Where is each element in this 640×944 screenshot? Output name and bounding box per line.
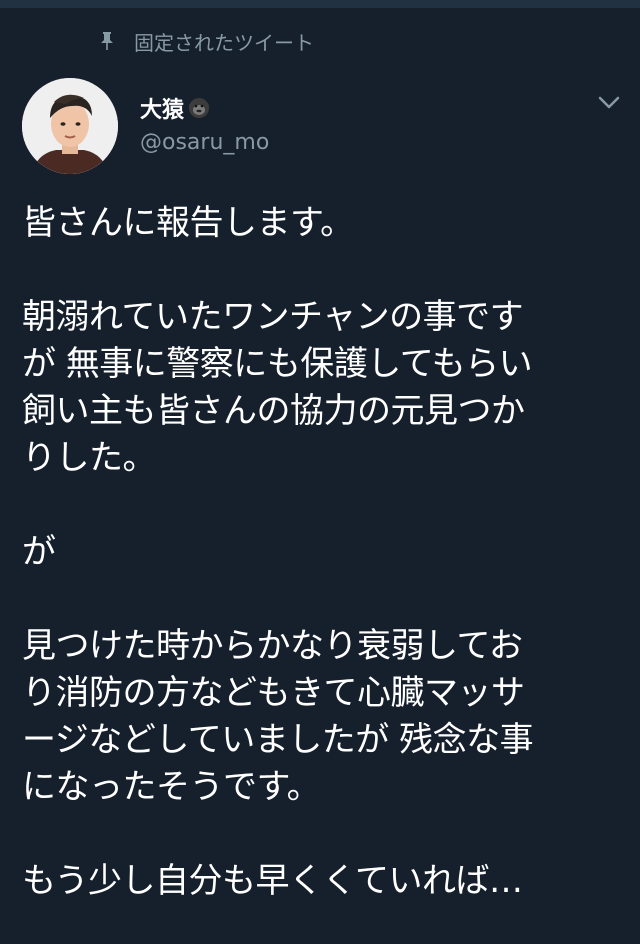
tweet-line: 皆さんに報告します。 — [22, 203, 354, 243]
tweet-line: 朝溺れていたワンチャンの事です — [22, 297, 524, 337]
pin-icon — [96, 30, 118, 52]
tweet-line: もう少し自分も早くくていれば… — [22, 861, 523, 901]
tweet-line: が 無事に警察にも保護してもらい — [22, 344, 533, 384]
chevron-down-icon[interactable] — [596, 92, 622, 114]
tweet-line: が — [22, 532, 56, 572]
tweet-line — [22, 247, 622, 294]
tweet-line: ージなどしていましたが 残念な事 — [22, 720, 534, 760]
tweet-line — [22, 811, 622, 858]
tweet-line: 飼い主も皆さんの協力の元見つか — [22, 391, 525, 431]
pinned-tweet-indicator: 固定されたツイート — [96, 28, 314, 55]
tweet-line: になったそうです。 — [22, 767, 321, 807]
gorilla-icon — [188, 97, 210, 119]
tweet-line: 見つけた時からかなり衰弱してお — [22, 626, 523, 666]
user-handle[interactable]: @osaru_mo — [140, 130, 269, 155]
tweet-text: 皆さんに報告します。 朝溺れていたワンチャンの事です が 無事に警察にも保護して… — [22, 200, 622, 905]
display-name[interactable]: 大猿 — [140, 92, 184, 124]
tweet-line: りした。 — [22, 438, 157, 478]
pinned-label: 固定されたツイート — [134, 30, 314, 55]
tweet-line — [22, 482, 622, 529]
user-name-row[interactable]: 大猿 — [140, 92, 210, 124]
avatar[interactable] — [22, 78, 118, 174]
tweet-line — [22, 576, 622, 623]
top-divider — [0, 0, 640, 8]
tweet-line: り消防の方などもきて心臓マッサ — [22, 673, 525, 713]
